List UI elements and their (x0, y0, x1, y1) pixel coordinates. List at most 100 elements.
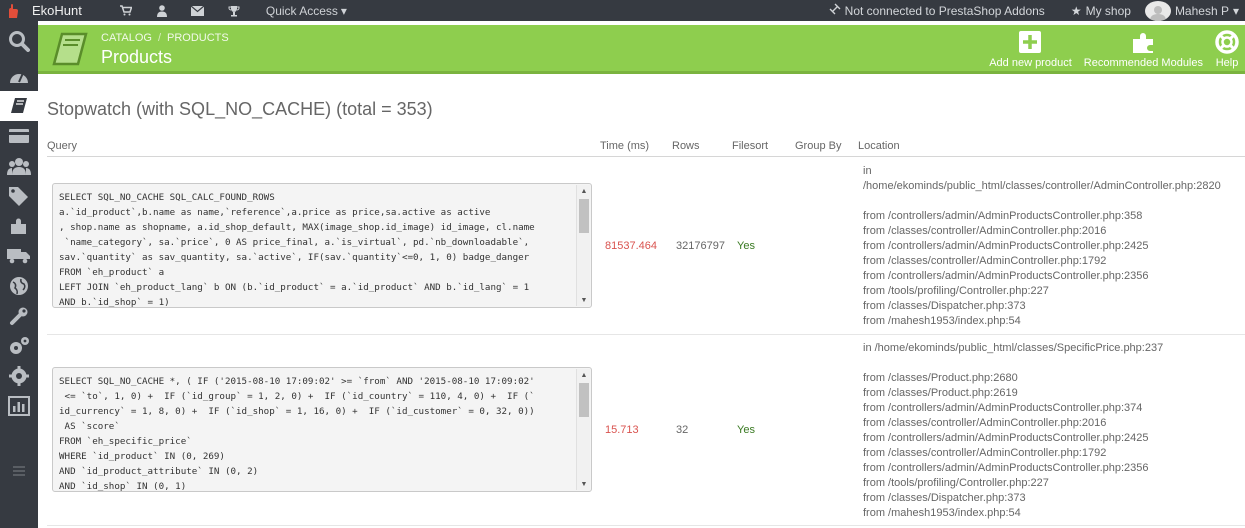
sidebar (0, 21, 38, 528)
column-time: Time (ms) (600, 140, 650, 152)
caret-down-icon: ▾ (340, 3, 347, 18)
column-filesort: Filesort (732, 140, 769, 152)
scroll-up-arrow-icon[interactable]: ▲ (577, 369, 591, 381)
add-new-product-button[interactable]: Add new product (983, 29, 1078, 69)
lifebuoy-icon (1215, 30, 1239, 54)
column-location: Location (858, 140, 900, 152)
user-name: Mahesh P (1174, 3, 1229, 18)
query-textarea[interactable]: SELECT SQL_NO_CACHE SQL_CALC_FOUND_ROWS … (52, 183, 592, 308)
location-line: in /home/ekominds/public_html/classes/Sp… (863, 342, 1164, 354)
catalog-book-icon (50, 31, 90, 69)
avatar (1144, 0, 1171, 21)
breadcrumb-products[interactable]: PRODUCTS (167, 32, 229, 44)
advanced-parameters-icon[interactable] (0, 331, 38, 361)
puzzle-icon (1131, 30, 1155, 54)
localization-icon[interactable] (0, 271, 38, 301)
location-line: from /controllers/admin/AdminProductsCon… (863, 270, 1149, 282)
help-button[interactable]: Help (1209, 29, 1245, 69)
plug-icon (829, 3, 841, 18)
page-header: CATALOG / PRODUCTS Products Add new prod… (38, 25, 1245, 74)
addons-status[interactable]: Not connected to PrestaShop Addons (829, 3, 1045, 18)
plus-square-icon (1019, 30, 1042, 54)
location-line: from /classes/controller/AdminController… (863, 447, 1107, 459)
scroll-down-arrow-icon[interactable]: ▼ (577, 478, 591, 490)
cart-icon[interactable] (108, 5, 144, 16)
catalog-icon[interactable] (0, 91, 38, 121)
location-line: from /controllers/admin/AdminProductsCon… (863, 432, 1149, 444)
stopwatch-panel: Stopwatch (with SQL_NO_CACHE) (total = 3… (38, 80, 1245, 528)
query-textarea[interactable]: SELECT SQL_NO_CACHE *, ( IF ('2015-08-10… (52, 367, 592, 492)
location-line: from /classes/controller/AdminController… (863, 417, 1107, 429)
location-line: /home/ekominds/public_html/classes/contr… (863, 180, 1221, 192)
caret-down-icon: ▾ (1232, 3, 1239, 18)
column-group-by: Group By (795, 140, 842, 152)
breadcrumb: CATALOG / PRODUCTS (101, 32, 229, 44)
breadcrumb-separator: / (157, 32, 161, 44)
stopwatch-title: Stopwatch (with SQL_NO_CACHE) (total = 3… (47, 99, 433, 119)
location-line: from /classes/controller/AdminController… (863, 255, 1107, 267)
query-scrollbar[interactable]: ▲ ▼ (576, 369, 590, 490)
query-time: 15.713 (605, 424, 639, 436)
scroll-up-arrow-icon[interactable]: ▲ (577, 185, 591, 197)
envelope-icon[interactable] (180, 5, 216, 16)
location-line: from /controllers/admin/AdminProductsCon… (863, 210, 1143, 222)
my-shop-link[interactable]: ★ My shop (1071, 4, 1131, 18)
column-query: Query (47, 140, 77, 152)
user-icon[interactable] (144, 4, 180, 17)
customers-icon[interactable] (0, 151, 38, 181)
page-title: Products (101, 47, 173, 67)
location-line: from /classes/Dispatcher.php:373 (863, 492, 1026, 504)
scroll-thumb[interactable] (579, 383, 589, 417)
location-line: from /controllers/admin/AdminProductsCon… (863, 462, 1149, 474)
row-divider (47, 525, 1245, 526)
quick-access-menu[interactable]: Quick Access ▾ (266, 4, 347, 18)
modules-icon[interactable] (0, 211, 38, 241)
location-line: from /controllers/admin/AdminProductsCon… (863, 402, 1143, 414)
dashboard-icon[interactable] (0, 61, 38, 91)
location-line: from /classes/Dispatcher.php:373 (863, 300, 1026, 312)
addons-status-text: Not connected to PrestaShop Addons (844, 3, 1045, 18)
trophy-icon[interactable] (216, 5, 252, 17)
query-time: 81537.464 (605, 240, 657, 252)
query-filesort: Yes (737, 240, 755, 252)
search-icon[interactable] (0, 21, 38, 61)
preferences-icon[interactable] (0, 301, 38, 331)
my-shop-label: My shop (1085, 3, 1131, 18)
stats-icon[interactable] (0, 391, 38, 421)
location-line: in (863, 165, 872, 177)
location-line: from /classes/controller/AdminController… (863, 225, 1107, 237)
location-line: from /mahesh1953/index.php:54 (863, 507, 1021, 519)
quick-access-label: Quick Access (265, 3, 338, 18)
header-divider (47, 156, 1245, 157)
recommended-modules-button[interactable]: Recommended Modules (1078, 29, 1209, 69)
prestashop-logo-icon[interactable] (0, 0, 24, 21)
breadcrumb-catalog[interactable]: CATALOG (101, 32, 152, 44)
price-rules-icon[interactable] (0, 181, 38, 211)
location-line: from /classes/Product.php:2619 (863, 387, 1018, 399)
query-location: in /home/ekominds/public_html/classes/co… (863, 164, 1221, 329)
row-divider (47, 334, 1245, 335)
administration-icon[interactable] (0, 361, 38, 391)
query-rows: 32 (676, 424, 689, 436)
location-line: from /tools/profiling/Controller.php:227 (863, 477, 1049, 489)
query-scrollbar[interactable]: ▲ ▼ (576, 185, 590, 306)
user-menu[interactable]: Mahesh P ▾ (1144, 0, 1239, 21)
help-label: Help (1215, 57, 1239, 69)
add-new-product-label: Add new product (989, 57, 1072, 69)
shop-name[interactable]: EkoHunt (32, 3, 82, 18)
column-rows: Rows (672, 140, 700, 152)
orders-icon[interactable] (0, 121, 38, 151)
location-line: from /tools/profiling/Controller.php:227 (863, 285, 1049, 297)
star-icon: ★ (1070, 3, 1082, 18)
page-toolbar: Add new product Recommended Modules Help (983, 29, 1245, 69)
location-line: from /controllers/admin/AdminProductsCon… (863, 240, 1149, 252)
scroll-down-arrow-icon[interactable]: ▼ (577, 294, 591, 306)
query-text: SELECT SQL_NO_CACHE *, ( IF ('2015-08-10… (59, 376, 535, 492)
location-line: from /mahesh1953/index.php:54 (863, 315, 1021, 327)
query-filesort: Yes (737, 424, 755, 436)
top-bar: EkoHunt Quick Access ▾ Not connected to … (0, 0, 1245, 21)
menu-toggle-icon[interactable] (0, 461, 38, 481)
query-rows: 32176797 (676, 240, 725, 252)
scroll-thumb[interactable] (579, 199, 589, 233)
shipping-icon[interactable] (0, 241, 38, 271)
